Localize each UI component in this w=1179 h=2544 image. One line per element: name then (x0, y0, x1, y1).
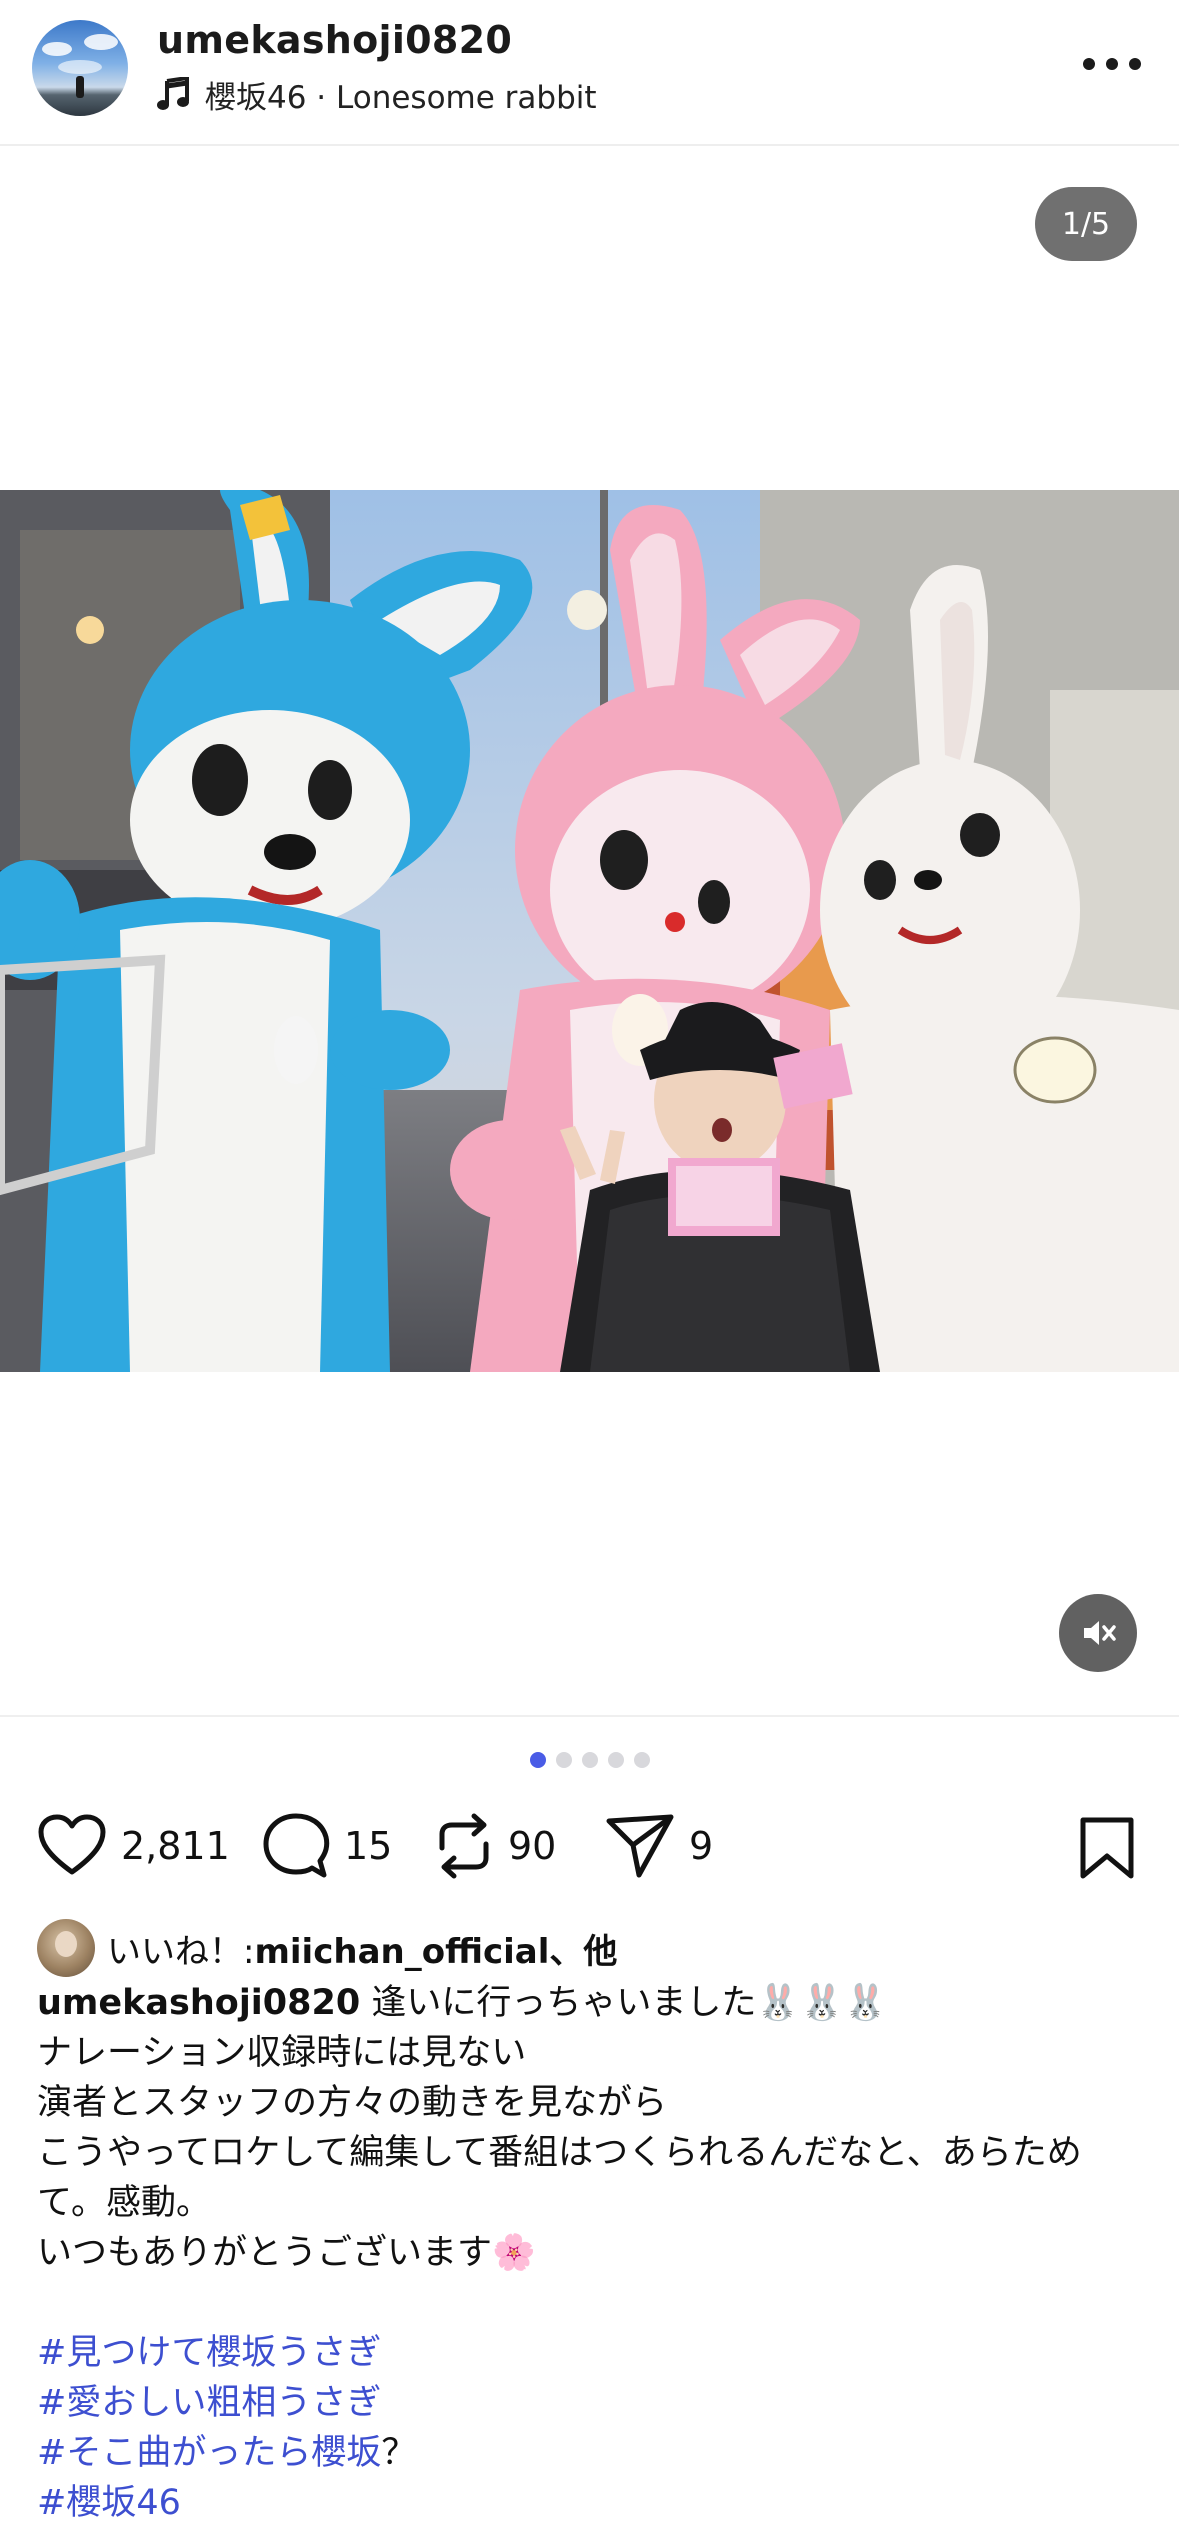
post-header: umekashoji0820 櫻坂46 · Lonesome rabbit (0, 0, 1179, 146)
action-bar: 2,811 15 90 9 (0, 1802, 1179, 1890)
hashtag-link[interactable]: #愛おしい粗相うさぎ (37, 2378, 1147, 2428)
media-divider (0, 1715, 1179, 1717)
like-count: 2,811 (121, 1824, 230, 1868)
comment-icon (263, 1813, 330, 1878)
caption-text: 逢いに行っちゃいました🐰🐰🐰 (360, 1983, 888, 2023)
liked-by-names[interactable]: miichan_official、他 (254, 1924, 617, 1973)
hashtag-link[interactable]: #見つけて櫻坂うさぎ (37, 2328, 1147, 2378)
author-avatar[interactable] (32, 20, 128, 116)
carousel-pagination (0, 1752, 1179, 1770)
caption-line: こうやってロケして編集して番組はつくられるんだなと、あらためて。感動。 (37, 2133, 1082, 2223)
bookmark-icon[interactable] (1077, 1816, 1137, 1880)
caption-line: ナレーション収録時には見ない (37, 2033, 527, 2073)
hashtag-link[interactable]: #櫻坂46 (37, 2478, 1147, 2528)
rabbit-mascots-photo (0, 490, 1179, 1372)
slide-counter: 1/5 (1035, 187, 1137, 261)
post-caption: umekashoji0820 逢いに行っちゃいました🐰🐰🐰 ナレーション収録時に… (37, 1978, 1147, 2528)
comment-count: 15 (344, 1824, 393, 1868)
hashtag-link[interactable]: #そこ曲がったら櫻坂？ (37, 2428, 1147, 2478)
music-label: 櫻坂46 · Lonesome rabbit (205, 79, 597, 116)
comment-button[interactable]: 15 (262, 1802, 392, 1890)
music-attribution[interactable]: 櫻坂46 · Lonesome rabbit (157, 74, 597, 116)
page-dot[interactable] (555, 1752, 572, 1768)
page-dot-active[interactable] (529, 1752, 546, 1768)
share-button[interactable]: 9 (605, 1802, 713, 1890)
repost-count: 90 (508, 1824, 557, 1868)
page-dot[interactable] (633, 1752, 650, 1768)
mute-icon[interactable] (1059, 1594, 1137, 1672)
page-dot[interactable] (581, 1752, 598, 1768)
author-username[interactable]: umekashoji0820 (157, 18, 512, 62)
heart-icon (38, 1814, 106, 1875)
caption-username[interactable]: umekashoji0820 (37, 1983, 360, 2023)
caption-line: 演者とスタッフの方々の動きを見ながら (37, 2083, 668, 2123)
send-icon (606, 1814, 674, 1878)
repost-button[interactable]: 90 (434, 1802, 556, 1890)
more-options-icon[interactable] (1083, 44, 1141, 84)
liked-by[interactable]: いいね！: miichan_official、他 (37, 1918, 617, 1978)
page-dot[interactable] (607, 1752, 624, 1768)
caption-first-line: umekashoji0820 逢いに行っちゃいました🐰🐰🐰 (37, 1978, 1147, 2028)
liked-by-prefix: いいね！: (107, 1931, 255, 1972)
repost-icon (439, 1813, 489, 1879)
caption-line: いつもありがとうございます🌸 (37, 2233, 536, 2273)
media-carousel[interactable]: 1/5 (0, 148, 1179, 1714)
like-button[interactable]: 2,811 (37, 1802, 230, 1890)
post-photo[interactable] (0, 490, 1179, 1372)
music-note-icon (157, 77, 189, 110)
liker-avatar[interactable] (37, 1919, 95, 1977)
share-count: 9 (689, 1824, 714, 1868)
